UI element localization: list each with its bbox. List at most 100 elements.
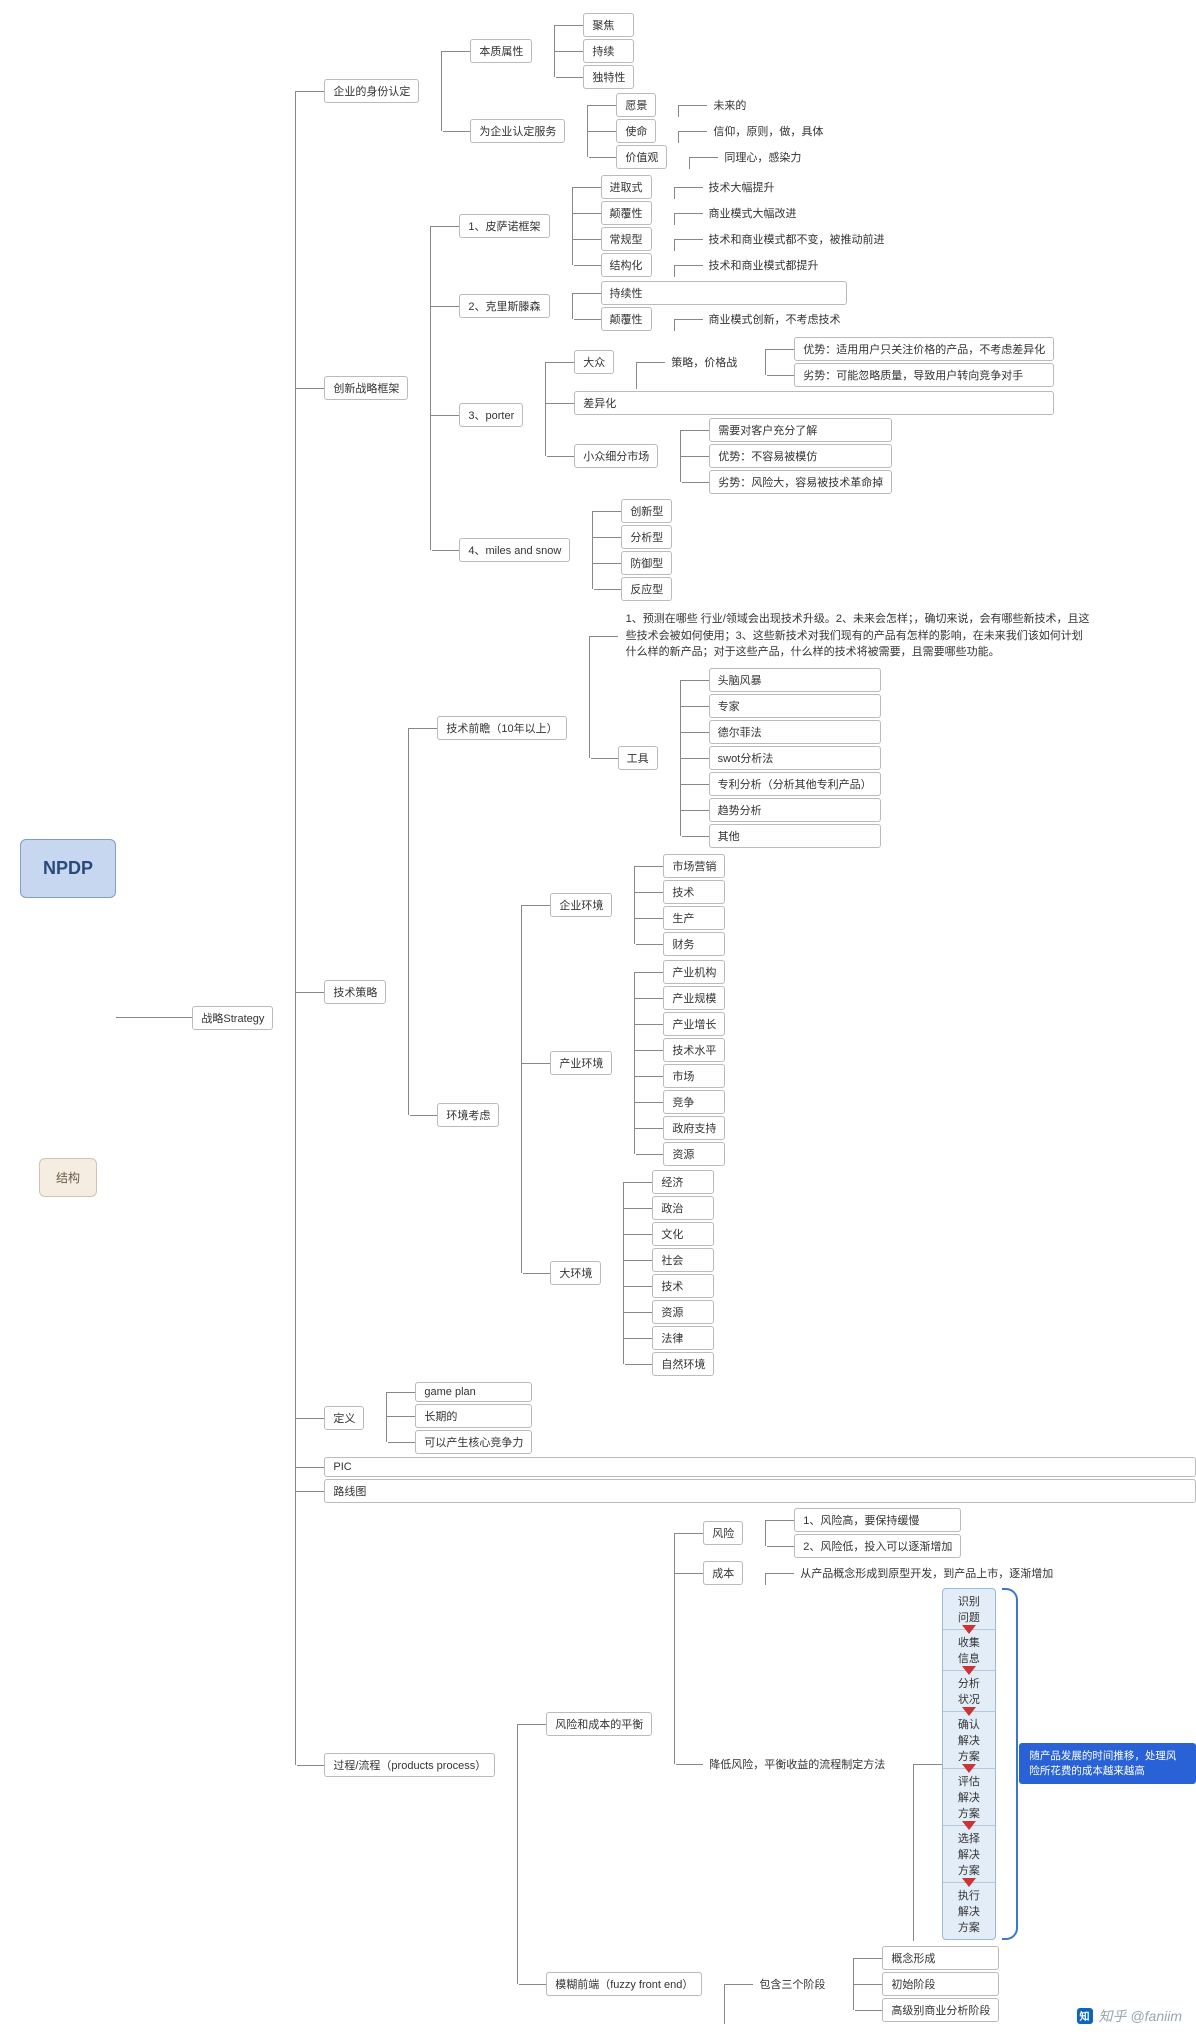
watermark-text: 知乎 @faniim	[1099, 2006, 1182, 2026]
leaf: 初始阶段	[882, 1972, 999, 1996]
leaf: 技术	[663, 880, 725, 904]
root-column: NPDP 结构	[20, 839, 116, 1197]
miles-snow: 4、miles and snow	[459, 538, 570, 562]
christensen: 2、克里斯滕森	[459, 294, 549, 318]
leaf: 财务	[663, 932, 725, 956]
leaf: 2、风险低，投入可以逐渐增加	[794, 1534, 961, 1558]
pic: PIC	[324, 1457, 1196, 1477]
leaf: 反应型	[621, 577, 672, 601]
foresight-para: 1、预测在哪些 行业/领域会出现技术升级。2、未来会怎样；，确切来说，会有哪些新…	[618, 607, 1098, 665]
leaf: 产业机构	[663, 960, 725, 984]
leaf: swot分析法	[709, 746, 881, 770]
leaf: 同理心，感染力	[718, 146, 807, 168]
leaf: 头脑风暴	[709, 668, 881, 692]
method: 降低风险，平衡收益的流程制定方法	[703, 1753, 891, 1775]
process: 过程/流程（products process）	[324, 1753, 495, 1777]
leaf: 生产	[663, 906, 725, 930]
leaf: 1、风险高，要保持缓慢	[794, 1508, 961, 1532]
leaf: 防御型	[621, 551, 672, 575]
niche: 小众细分市场	[574, 444, 658, 468]
pisano: 1、皮萨诺框架	[459, 214, 549, 238]
leaf: 德尔菲法	[709, 720, 881, 744]
cost: 成本	[703, 1561, 743, 1585]
leaf: 专家	[709, 694, 881, 718]
leaf: 信仰，原则，做，具体	[707, 120, 829, 142]
mass: 大众	[574, 350, 614, 374]
leaf: 未来的	[707, 94, 752, 116]
leaf: 持续	[583, 39, 634, 63]
leaf: 常规型	[601, 227, 652, 251]
leaf: 颠覆性	[601, 307, 652, 331]
strategy-label: 战略Strategy	[192, 1006, 273, 1030]
leaf: 专利分析（分析其他专利产品）	[709, 772, 881, 796]
leaf: 市场营销	[663, 854, 725, 878]
leaf: 分析型	[621, 525, 672, 549]
essence-node: 本质属性	[470, 39, 532, 63]
leaf: 概念形成	[882, 1946, 999, 1970]
diff: 差异化	[574, 391, 1054, 415]
ind-env: 产业环境	[550, 1051, 612, 1075]
leaf: 商业模式创新，不考虑技术	[703, 308, 847, 330]
leaf: 社会	[652, 1248, 714, 1272]
identity-node: 企业的身份认定	[324, 79, 419, 103]
leaf: 技术大幅提升	[703, 176, 781, 198]
tech-strategy: 技术策略	[324, 980, 386, 1004]
arrow-down-icon	[962, 1666, 976, 1675]
step: 确认解决方案	[943, 1712, 994, 1769]
leaf: 产业规模	[663, 986, 725, 1010]
step: 分析状况	[943, 1671, 994, 1712]
leaf: 竞争	[663, 1090, 725, 1114]
leaf: 资源	[652, 1300, 714, 1324]
mission: 使命	[616, 119, 656, 143]
tools: 工具	[618, 746, 658, 770]
leaf: 聚焦	[583, 13, 634, 37]
leaf: 技术水平	[663, 1038, 725, 1062]
leaf: 劣势：风险大，容易被技术革命掉	[709, 470, 892, 494]
leaf: 持续性	[601, 281, 847, 305]
vision: 愿景	[616, 93, 656, 117]
stages-label: 包含三个阶段	[753, 1973, 831, 1995]
mindmap: NPDP 结构 战略Strategy 企业的身份认定 本质属性 聚焦 持续 独特…	[0, 0, 1196, 2036]
leaf: 从产品概念形成到原型开发，到产品上市，逐渐增加	[794, 1562, 1059, 1584]
connector	[116, 1017, 192, 1018]
arrow-down-icon	[962, 1625, 976, 1634]
leaf: 产业增长	[663, 1012, 725, 1036]
macro-env: 大环境	[550, 1261, 601, 1285]
leaf: 高级别商业分析阶段	[882, 1998, 999, 2022]
leaf: 文化	[652, 1222, 714, 1246]
step: 选择解决方案	[943, 1826, 994, 1883]
step: 收集信息	[943, 1630, 994, 1671]
innovation-node: 创新战略框架	[324, 376, 408, 400]
leaf: 技术和商业模式都不变，被推动前进	[703, 228, 891, 250]
watermark: 知 知乎 @faniim	[1077, 2006, 1182, 2026]
leaf: 劣势：可能忽略质量，导致用户转向竞争对手	[794, 363, 1054, 387]
arrow-down-icon	[962, 1821, 976, 1830]
leaf: game plan	[415, 1382, 532, 1402]
leaf: 长期的	[415, 1404, 532, 1428]
arrow-down-icon	[962, 1878, 976, 1887]
zhihu-icon: 知	[1077, 2008, 1093, 2024]
step: 执行解决方案	[943, 1883, 994, 1939]
leaf: 法律	[652, 1326, 714, 1350]
root-node: NPDP	[20, 839, 116, 898]
porter: 3、porter	[459, 403, 523, 427]
leaf: 资源	[663, 1142, 725, 1166]
leaf: 政府支持	[663, 1116, 725, 1140]
definition: 定义	[324, 1406, 364, 1430]
leaf: 优势：适用用户只关注价格的产品，不考虑差异化	[794, 337, 1054, 361]
roadmap: 路线图	[324, 1479, 1196, 1503]
leaf: 需要对客户充分了解	[709, 418, 892, 442]
leaf: 政治	[652, 1196, 714, 1220]
leaf: 结构化	[601, 253, 652, 277]
leaf: 技术	[652, 1274, 714, 1298]
foresight: 技术前瞻（10年以上）	[437, 716, 566, 740]
leaf: 市场	[663, 1064, 725, 1088]
arrow-down-icon	[962, 1764, 976, 1773]
step: 评估解决方案	[943, 1769, 994, 1826]
corp-env: 企业环境	[550, 893, 612, 917]
leaf: 独特性	[583, 65, 634, 89]
values: 价值观	[616, 145, 667, 169]
leaf: 创新型	[621, 499, 672, 523]
balance: 风险和成本的平衡	[546, 1712, 652, 1736]
leaf: 进取式	[601, 175, 652, 199]
